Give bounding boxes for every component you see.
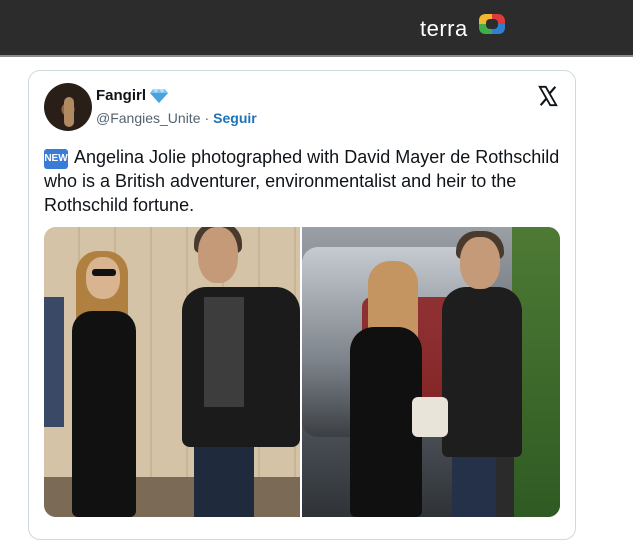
tweet-text: Angelina Jolie photographed with David M… — [44, 147, 560, 215]
brand-text: terra — [420, 16, 468, 41]
terra-brand[interactable]: terra — [420, 12, 505, 46]
tweet-photo-1[interactable] — [44, 227, 300, 517]
handle-row: @Fangies_Unite · Seguir — [96, 110, 257, 126]
tweet-media — [44, 227, 560, 517]
x-logo-icon[interactable] — [537, 85, 559, 107]
author-handle[interactable]: @Fangies_Unite — [96, 110, 201, 126]
author-name[interactable]: Fangirl — [96, 87, 146, 104]
tweet-photo-2[interactable] — [302, 227, 560, 517]
avatar[interactable] — [44, 83, 92, 131]
new-emoji-badge: NEW — [44, 149, 68, 169]
tweet-text-block: NEW Angelina Jolie photographed with Davi… — [44, 145, 564, 217]
author-name-row[interactable]: Fangirl — [96, 87, 169, 104]
follow-button[interactable]: Seguir — [213, 110, 257, 126]
embedded-tweet-card[interactable]: Fangirl @Fangies_Unite · Seguir NEW Angel… — [28, 70, 576, 540]
terra-logo-icon — [479, 14, 505, 34]
separator: · — [204, 110, 210, 126]
diamond-icon — [150, 88, 169, 103]
site-header: terra — [0, 0, 633, 57]
